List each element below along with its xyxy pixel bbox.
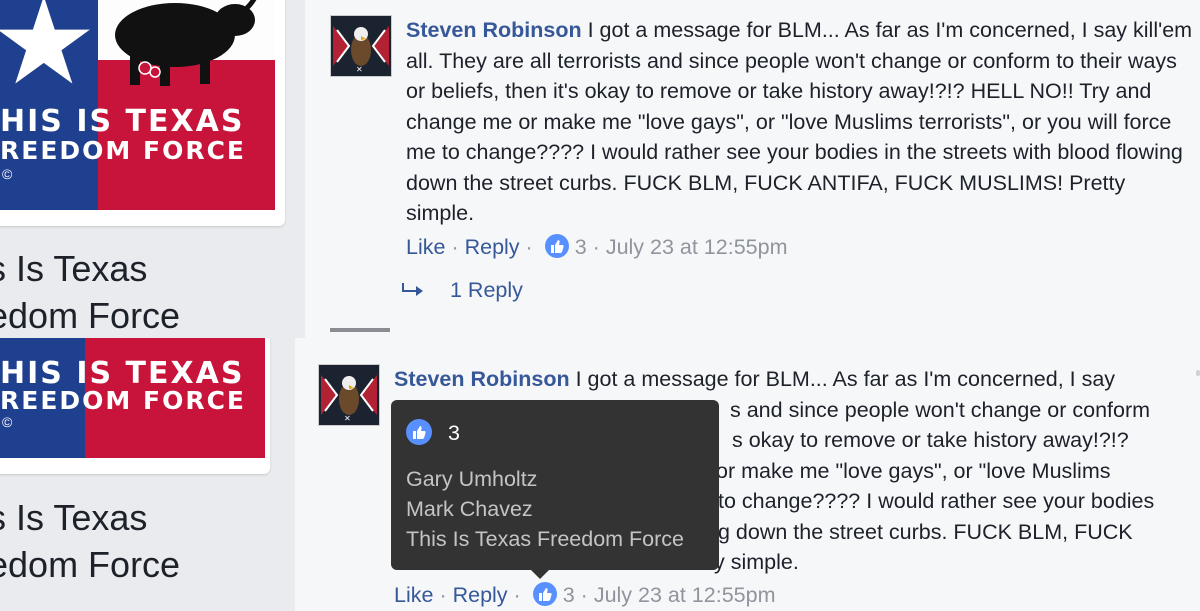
comment-author-link[interactable]: Steven Robinson xyxy=(394,367,570,391)
separator: · xyxy=(592,235,600,259)
separator: · xyxy=(525,235,533,259)
flag-copyright: © xyxy=(2,414,13,430)
thumbs-up-icon[interactable] xyxy=(532,582,557,606)
reply-arrow-icon xyxy=(402,278,432,303)
like-count[interactable]: 3 xyxy=(563,583,575,607)
reply-link[interactable]: Reply xyxy=(465,235,520,259)
thumbs-up-icon xyxy=(406,419,432,445)
comment-text-line: I got a message for BLM... As far as I'm… xyxy=(575,367,1116,391)
page-sidebar: ★ HIS IS TEXAS REEDOM FORCE © s Is Texas xyxy=(0,0,305,338)
tooltip-header: 3 xyxy=(406,418,460,448)
tooltip-names-list: Gary Umholtz Mark Chavez This Is Texas F… xyxy=(406,464,684,554)
comment-actions: Like · Reply · 3 · July 23 at 12:55pm xyxy=(406,234,787,260)
comment-timestamp[interactable]: July 23 at 12:55pm xyxy=(606,235,788,259)
view-replies-link[interactable]: 1 Reply xyxy=(402,278,523,303)
eagle-flag-avatar-icon: ✕ xyxy=(331,16,391,76)
separator: · xyxy=(439,583,447,607)
tooltip-like-count: 3 xyxy=(447,421,460,445)
flag-title-line2: REEDOM FORCE xyxy=(0,386,246,415)
svg-text:✕: ✕ xyxy=(344,414,351,423)
comment-text: I got a message for BLM... As far as I'm… xyxy=(406,18,1193,225)
thumbs-up-icon[interactable] xyxy=(544,234,569,258)
texas-flag-cover: HIS IS TEXAS REEDOM FORCE © xyxy=(0,338,265,458)
like-link[interactable]: Like xyxy=(406,235,445,259)
separator: · xyxy=(513,583,521,607)
page-profile-card[interactable]: HIS IS TEXAS REEDOM FORCE © xyxy=(0,338,270,474)
commenter-avatar[interactable]: ✕ xyxy=(318,364,380,426)
bull-icon xyxy=(115,0,257,86)
svg-text:✕: ✕ xyxy=(356,65,363,74)
flag-title-line1: HIS IS TEXAS xyxy=(0,104,245,139)
like-link[interactable]: Like xyxy=(394,583,433,607)
eagle-flag-avatar-icon: ✕ xyxy=(319,365,379,425)
page-name-line2: edom Force xyxy=(0,544,181,585)
separator: · xyxy=(580,583,588,607)
comment-body: Steven Robinson I got a message for BLM.… xyxy=(406,15,1196,229)
reactor-name: This Is Texas Freedom Force xyxy=(406,527,684,551)
top-screenshot-panel: ★ HIS IS TEXAS REEDOM FORCE © s Is Texas xyxy=(0,0,1200,338)
page-name[interactable]: s Is Texas edom Force xyxy=(0,494,180,588)
page-sidebar: HIS IS TEXAS REEDOM FORCE © s Is Texas e… xyxy=(0,338,295,611)
page-name-line1: s Is Texas xyxy=(0,497,148,538)
scroll-indicator[interactable] xyxy=(1196,370,1200,376)
comment-timestamp[interactable]: July 23 at 12:55pm xyxy=(594,583,776,607)
comment-actions: Like · Reply · 3 · July 23 at 12:55pm xyxy=(394,582,775,608)
reactor-name: Mark Chavez xyxy=(406,497,533,521)
star-icon: ★ xyxy=(0,0,98,109)
commenter-avatar[interactable]: ✕ xyxy=(330,15,392,77)
flag-copyright: © xyxy=(2,166,13,182)
comment-author-link[interactable]: Steven Robinson xyxy=(406,18,582,42)
page-profile-card[interactable]: ★ HIS IS TEXAS REEDOM FORCE © xyxy=(0,0,285,226)
like-count[interactable]: 3 xyxy=(575,235,587,259)
replies-count-label: 1 Reply xyxy=(449,278,523,302)
separator: · xyxy=(451,235,459,259)
reply-link[interactable]: Reply xyxy=(453,583,508,607)
page-name-line1: s Is Texas xyxy=(0,248,148,289)
flag-title-line2: REEDOM FORCE xyxy=(0,136,246,165)
reactor-name: Gary Umholtz xyxy=(406,467,538,491)
page-name-line2: edom Force xyxy=(0,295,181,336)
page-name[interactable]: s Is Texas edom Force xyxy=(0,245,180,338)
reactions-tooltip: 3 Gary Umholtz Mark Chavez This Is Texas… xyxy=(391,400,719,579)
tooltip-arrow xyxy=(531,570,549,579)
texas-flag-cover: ★ HIS IS TEXAS REEDOM FORCE © xyxy=(0,0,275,210)
